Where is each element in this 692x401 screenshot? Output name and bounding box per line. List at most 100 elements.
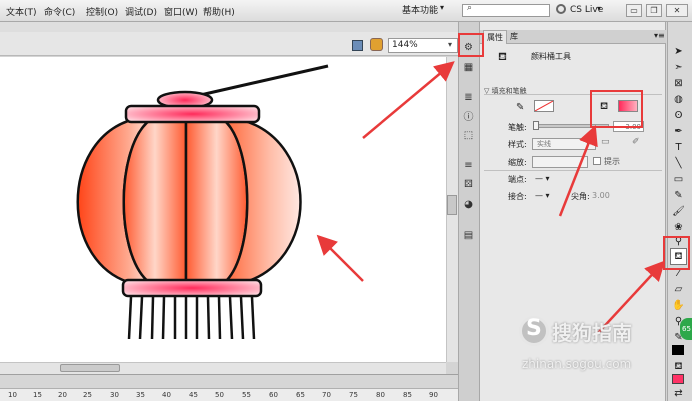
menu-debug[interactable]: 调试(D) bbox=[125, 5, 157, 18]
eraser-tool-icon[interactable]: ▱ bbox=[671, 282, 686, 297]
ruler-tick: 85 bbox=[403, 391, 412, 399]
annotation-box-fill bbox=[590, 90, 643, 128]
transform-panel-icon[interactable]: ⬚ bbox=[461, 128, 476, 143]
lantern-drawing bbox=[76, 64, 329, 340]
ruler-tick: 80 bbox=[376, 391, 385, 399]
swap-colors-icon[interactable]: ⇄ bbox=[671, 386, 686, 401]
hand-tool-icon[interactable]: ✋ bbox=[671, 298, 686, 313]
annotation-box-properties bbox=[458, 33, 484, 57]
panel-menu-icon[interactable]: ▾≡ bbox=[654, 31, 665, 40]
scale-label: 缩放: bbox=[508, 158, 527, 167]
annotation-box-bucket bbox=[663, 236, 690, 270]
ruler-tick: 15 bbox=[33, 391, 42, 399]
ruler-tick: 70 bbox=[322, 391, 331, 399]
menu-window[interactable]: 窗口(W) bbox=[164, 5, 198, 18]
components-panel-icon[interactable]: ⚄ bbox=[461, 177, 476, 192]
miter-input[interactable]: 3.00 bbox=[592, 191, 610, 200]
chevron-down-icon[interactable]: ▾ bbox=[448, 40, 452, 49]
lasso-tool-icon[interactable]: ʘ bbox=[671, 108, 686, 123]
menu-control[interactable]: 控制(O) bbox=[86, 5, 118, 18]
motion-presets-icon[interactable]: ≡ bbox=[461, 158, 476, 173]
stroke-color-chip[interactable] bbox=[672, 345, 684, 355]
restore-window-icon[interactable]: ❐ bbox=[646, 4, 662, 17]
cap-select[interactable]: — ▾ bbox=[535, 174, 550, 183]
edit-style-icon[interactable]: ▭ bbox=[601, 137, 610, 147]
tab-properties[interactable]: 属性 bbox=[483, 30, 507, 44]
zoom-value: 144% bbox=[392, 40, 418, 50]
ruler-tick: 25 bbox=[83, 391, 92, 399]
pen-tool-icon[interactable]: ✒ bbox=[671, 124, 686, 139]
fill-color-chip[interactable] bbox=[672, 374, 684, 384]
ruler-tick: 20 bbox=[58, 391, 67, 399]
brush-tool-icon[interactable]: 🖌 bbox=[671, 204, 686, 219]
line-tool-icon[interactable]: ╲ bbox=[671, 156, 686, 171]
pencil-tool-icon[interactable]: ✎ bbox=[671, 188, 686, 203]
close-window-icon[interactable]: ✕ bbox=[666, 4, 688, 17]
notification-badge[interactable]: 65 bbox=[680, 318, 692, 340]
vertical-scroll-thumb[interactable] bbox=[447, 195, 457, 215]
menu-help[interactable]: 帮助(H) bbox=[203, 5, 235, 18]
selection-tool-icon[interactable]: ➤ bbox=[671, 44, 686, 59]
chevron-down-icon[interactable]: ▾ bbox=[586, 139, 590, 147]
lantern-string bbox=[195, 64, 329, 98]
edit-scene-icon[interactable] bbox=[352, 40, 363, 51]
text-tool-icon[interactable]: T bbox=[671, 140, 686, 155]
hint-checkbox[interactable] bbox=[593, 157, 601, 165]
watermark-brand: 搜狗指南 bbox=[552, 321, 632, 345]
lantern-bottom-rim bbox=[121, 278, 263, 298]
stage-canvas[interactable] bbox=[0, 57, 446, 362]
swatches-panel-icon[interactable]: ▤ bbox=[461, 228, 476, 243]
ruler-tick: 90 bbox=[429, 391, 438, 399]
join-label: 接合: bbox=[508, 192, 527, 201]
deco-tool-icon[interactable]: ❀ bbox=[671, 220, 686, 235]
lantern-lobe-center-left bbox=[122, 118, 188, 285]
color-panel-icon[interactable]: ◕ bbox=[461, 197, 476, 212]
miter-label: 尖角: bbox=[571, 192, 590, 201]
join-select[interactable]: — ▾ bbox=[535, 191, 550, 200]
no-color-icon bbox=[534, 100, 554, 112]
ruler-tick: 40 bbox=[162, 391, 171, 399]
edit-symbol-icon[interactable] bbox=[370, 38, 383, 51]
divider bbox=[484, 170, 662, 171]
lantern-tassels bbox=[127, 296, 256, 340]
ruler-tick: 35 bbox=[136, 391, 145, 399]
stroke-slider-knob[interactable] bbox=[533, 121, 539, 130]
timeline-ruler[interactable] bbox=[0, 388, 458, 401]
info-panel-icon[interactable]: ⓘ bbox=[461, 110, 476, 125]
window-layout-icon[interactable]: ▭ bbox=[626, 4, 642, 17]
watermark-url: zhinan.sogou.com bbox=[522, 357, 632, 371]
horizontal-scroll-thumb[interactable] bbox=[60, 364, 120, 372]
lantern-top-rim bbox=[124, 104, 261, 124]
properties-tab-bar bbox=[480, 30, 666, 44]
free-transform-tool-icon[interactable]: ⊠ bbox=[671, 76, 686, 91]
3d-rotation-tool-icon[interactable]: ◍ bbox=[671, 92, 686, 107]
ruler-tick: 30 bbox=[110, 391, 119, 399]
ruler-tick: 60 bbox=[269, 391, 278, 399]
cap-label: 端点: bbox=[508, 175, 527, 184]
pen-icon[interactable]: ✐ bbox=[632, 137, 640, 147]
subselection-tool-icon[interactable]: ➣ bbox=[671, 60, 686, 75]
tab-library[interactable]: 库 bbox=[510, 31, 518, 42]
scale-select[interactable] bbox=[532, 156, 588, 168]
ruler-tick: 50 bbox=[215, 391, 224, 399]
stroke-color-swatch[interactable] bbox=[534, 100, 554, 112]
style-label: 样式: bbox=[508, 140, 527, 149]
chevron-down-icon[interactable]: ▾ bbox=[597, 4, 601, 13]
align-panel-icon[interactable]: ≣ bbox=[461, 90, 476, 105]
ruler-tick: 75 bbox=[349, 391, 358, 399]
cs-live-icon[interactable] bbox=[556, 4, 566, 14]
ruler-tick: 65 bbox=[296, 391, 305, 399]
stroke-label: 笔触: bbox=[508, 123, 527, 132]
menu-text[interactable]: 文本(T) bbox=[6, 5, 37, 18]
fill-bucket-icon[interactable]: ⛾ bbox=[671, 359, 686, 374]
rectangle-tool-icon[interactable]: ▭ bbox=[671, 172, 686, 187]
search-input[interactable] bbox=[462, 4, 550, 17]
ruler-tick: 10 bbox=[8, 391, 17, 399]
menu-command[interactable]: 命令(C) bbox=[44, 5, 75, 18]
library-panel-icon[interactable]: ▦ bbox=[461, 60, 476, 75]
hint-label: 提示 bbox=[604, 157, 620, 166]
pencil-icon: ✎ bbox=[516, 102, 525, 113]
ruler-tick: 45 bbox=[189, 391, 198, 399]
chevron-down-icon[interactable]: ▾ bbox=[440, 3, 444, 12]
paint-bucket-icon: ⛾ bbox=[498, 50, 507, 63]
